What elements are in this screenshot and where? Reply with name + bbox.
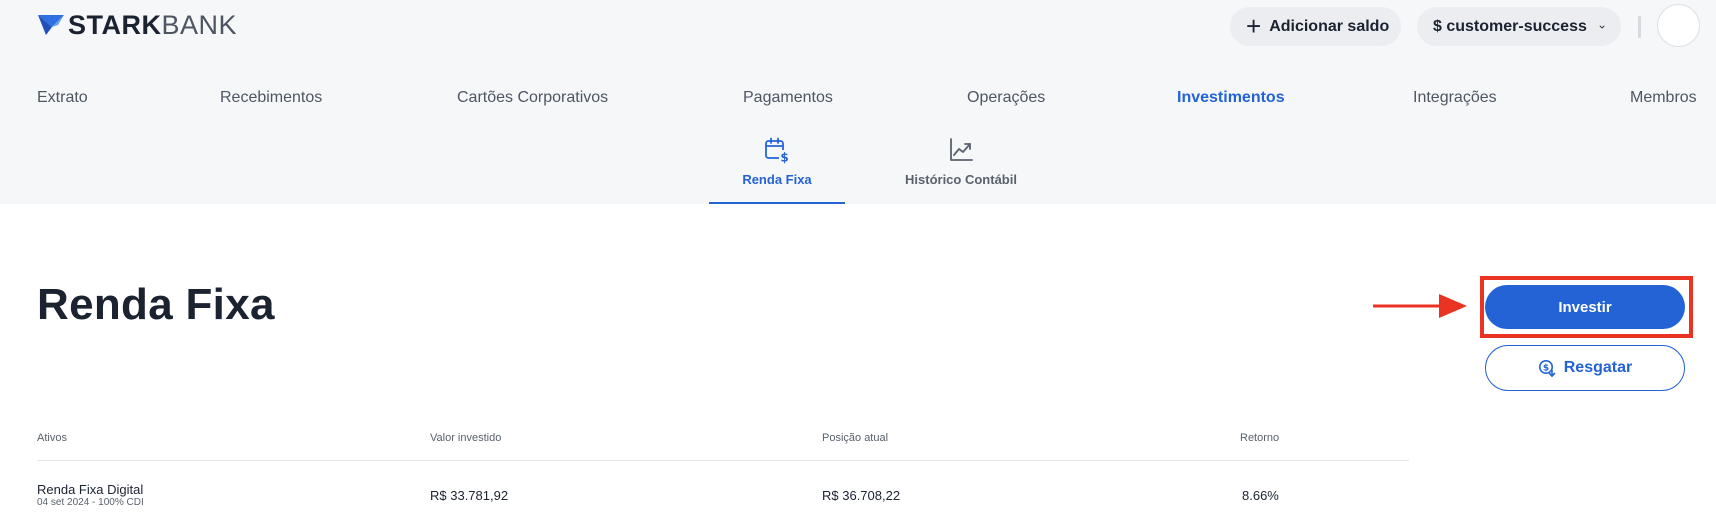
chevron-down-icon (1599, 25, 1605, 28)
redeem-button[interactable]: $ Resgatar (1485, 345, 1685, 391)
invested-value: R$ 33.781,92 (430, 488, 509, 503)
redeem-label: Resgatar (1563, 359, 1633, 376)
return-value: 8.66% (1242, 488, 1279, 503)
coin-down-icon: $ (1538, 360, 1556, 377)
tab-renda-fixa[interactable]: $ Renda Fixa (709, 136, 845, 204)
nav-item-operacoes[interactable]: Operações (967, 87, 1045, 109)
tab-historico-contabil[interactable]: Histórico Contábil (893, 136, 1029, 204)
asset-name: Renda Fixa Digital (37, 482, 144, 497)
nav-item-investimentos[interactable]: Investimentos (1177, 87, 1285, 109)
column-header-retorno: Retorno (1240, 432, 1280, 444)
column-header-posicao-atual: Posição atual (822, 432, 889, 444)
add-balance-label: Adicionar saldo (1269, 17, 1390, 35)
top-header: STARKBANK + Adicionar saldo $ customer-s… (0, 0, 1716, 204)
svg-text:$: $ (780, 151, 788, 165)
column-header-valor-investido: Valor investido (430, 432, 502, 444)
workspace-selector[interactable]: $ customer-success (1417, 7, 1621, 46)
plus-icon: + (1246, 10, 1262, 41)
nav-item-recebimentos[interactable]: Recebimentos (220, 87, 322, 109)
svg-text:$: $ (1543, 364, 1549, 374)
column-header-ativos: Ativos (37, 432, 67, 444)
invest-button[interactable]: Investir (1485, 285, 1685, 329)
brand-name: STARKBANK (68, 10, 238, 40)
line-chart-icon (950, 138, 973, 161)
avatar[interactable] (1657, 4, 1700, 47)
tab-renda-fixa-label: Renda Fixa (742, 172, 812, 187)
main-nav: Extrato Recebimentos Cartões Corporativo… (0, 87, 1716, 109)
workspace-label: $ customer-success (1433, 17, 1587, 35)
nav-item-membros[interactable]: Membros (1630, 87, 1697, 109)
annotation-arrow (1373, 294, 1467, 318)
nav-item-cartoes-corporativos[interactable]: Cartões Corporativos (457, 87, 608, 109)
current-position: R$ 36.708,22 (822, 488, 901, 503)
nav-item-pagamentos[interactable]: Pagamentos (743, 87, 833, 109)
tab-historico-contabil-label: Histórico Contábil (905, 172, 1017, 187)
add-balance-button[interactable]: + Adicionar saldo (1230, 7, 1401, 46)
page-title: Renda Fixa (37, 280, 275, 329)
asset-detail: 04 set 2024 - 100% CDI (37, 497, 144, 508)
starkbank-logo-icon (38, 15, 64, 35)
nav-item-extrato[interactable]: Extrato (37, 87, 88, 109)
calendar-dollar-icon: $ (765, 137, 790, 165)
header-divider (1638, 16, 1641, 38)
table-header-divider (37, 460, 1409, 461)
nav-item-integracoes[interactable]: Integrações (1413, 87, 1497, 109)
starkbank-logo[interactable]: STARKBANK (38, 10, 237, 40)
